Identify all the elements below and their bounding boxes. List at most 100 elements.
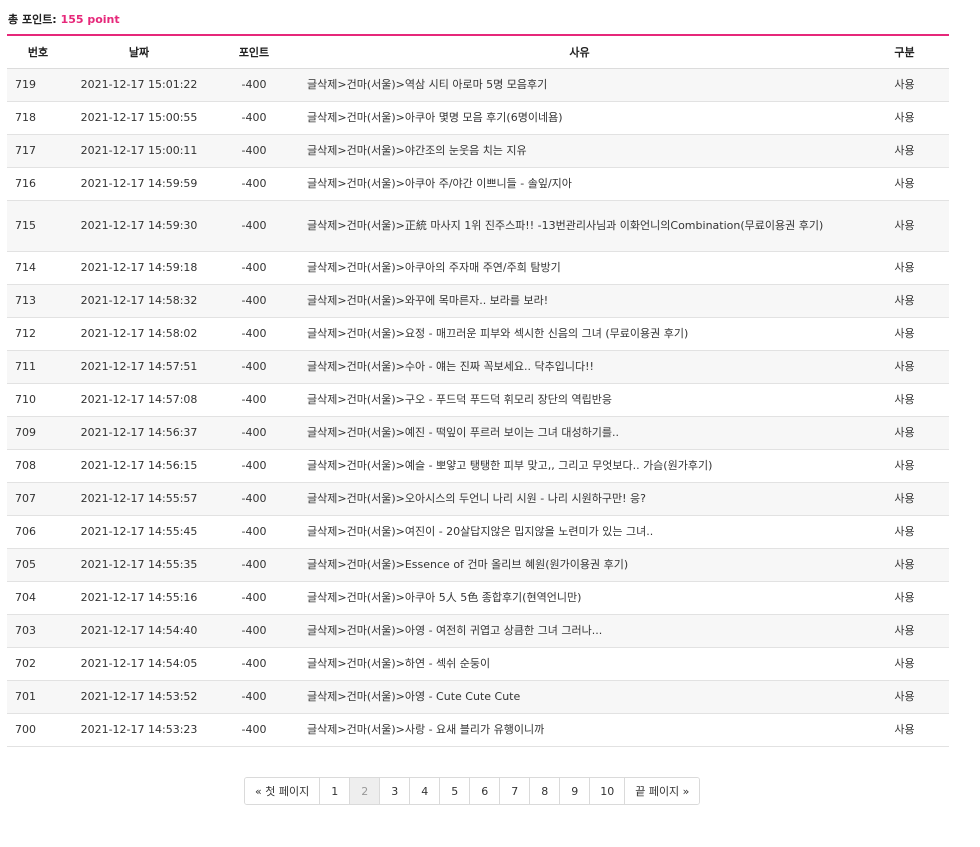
table-header-row: 번호 날짜 포인트 사유 구분: [7, 35, 949, 69]
row-type: 사용: [860, 134, 949, 168]
row-reason: 글삭제>건마(서울)>아쿠아의 주자매 주연/주희 탐방기: [299, 251, 860, 285]
table-row: 718 2021-12-17 15:00:55 -400 글삭제>건마(서울)>아쿠아…: [7, 101, 949, 135]
row-date: 2021-12-17 14:55:35: [69, 548, 209, 582]
row-points: -400: [209, 581, 299, 615]
last-page-link[interactable]: 끝 페이지 »: [624, 778, 700, 804]
table-row: 708 2021-12-17 14:56:15 -400 글삭제>건마(서울)>예슬 …: [7, 449, 949, 483]
row-number: 708: [7, 449, 69, 483]
row-points: -400: [209, 548, 299, 582]
row-number: 701: [7, 680, 69, 714]
row-number: 711: [7, 350, 69, 384]
row-points: -400: [209, 167, 299, 201]
page-link-4[interactable]: 4: [409, 778, 440, 804]
row-points: -400: [209, 647, 299, 681]
page-link-2[interactable]: 2: [349, 778, 380, 804]
table-row: 701 2021-12-17 14:53:52 -400 글삭제>건마(서울)>아영 …: [7, 680, 949, 714]
page-link-5[interactable]: 5: [439, 778, 470, 804]
row-reason: 글삭제>건마(서울)>여진이 - 20살답지않은 밉지않을 노련미가 있는 그녀…: [299, 515, 860, 549]
row-points: -400: [209, 350, 299, 384]
row-date: 2021-12-17 14:56:15: [69, 449, 209, 483]
row-reason: 글삭제>건마(서울)>아쿠아 주/야간 이쁘니들 - 솔잎/지아: [299, 167, 860, 201]
row-reason: 글삭제>건마(서울)>아쿠아 5人 5色 종합후기(현역언니만): [299, 581, 860, 615]
row-points: -400: [209, 383, 299, 417]
row-date: 2021-12-17 14:57:08: [69, 383, 209, 417]
row-type: 사용: [860, 680, 949, 714]
row-reason: 글삭제>건마(서울)>아영 - 여전히 귀엽고 상큼한 그녀 그러나...: [299, 614, 860, 648]
page-link-9[interactable]: 9: [559, 778, 590, 804]
row-type: 사용: [860, 548, 949, 582]
page-link-7[interactable]: 7: [499, 778, 530, 804]
row-type: 사용: [860, 200, 949, 252]
row-points: -400: [209, 317, 299, 351]
row-reason: 글삭제>건마(서울)>요정 - 매끄러운 피부와 섹시한 신음의 그녀 (무료이…: [299, 317, 860, 351]
row-number: 710: [7, 383, 69, 417]
row-type: 사용: [860, 449, 949, 483]
total-points-value: 155 point: [60, 13, 120, 26]
row-points: -400: [209, 680, 299, 714]
row-date: 2021-12-17 14:57:51: [69, 350, 209, 384]
row-type: 사용: [860, 416, 949, 450]
table-row: 702 2021-12-17 14:54:05 -400 글삭제>건마(서울)>하연 …: [7, 647, 949, 681]
row-points: -400: [209, 713, 299, 747]
row-points: -400: [209, 200, 299, 252]
table-row: 705 2021-12-17 14:55:35 -400 글삭제>건마(서울)>Ess…: [7, 548, 949, 582]
row-number: 702: [7, 647, 69, 681]
table-row: 712 2021-12-17 14:58:02 -400 글삭제>건마(서울)>요정 …: [7, 317, 949, 351]
row-type: 사용: [860, 68, 949, 102]
point-history-page: 총 포인트: 155 point 번호 날짜 포인트 사유 구분 719 2021…: [0, 0, 980, 847]
row-points: -400: [209, 68, 299, 102]
row-points: -400: [209, 101, 299, 135]
row-type: 사용: [860, 101, 949, 135]
row-number: 713: [7, 284, 69, 318]
table-row: 717 2021-12-17 15:00:11 -400 글삭제>건마(서울)>야간조…: [7, 134, 949, 168]
row-number: 707: [7, 482, 69, 516]
row-reason: 글삭제>건마(서울)>예진 - 떡잎이 푸르러 보이는 그녀 대성하기를..: [299, 416, 860, 450]
row-number: 704: [7, 581, 69, 615]
row-number: 716: [7, 167, 69, 201]
table-row: 709 2021-12-17 14:56:37 -400 글삭제>건마(서울)>예진 …: [7, 416, 949, 450]
row-type: 사용: [860, 317, 949, 351]
row-reason: 글삭제>건마(서울)>아영 - Cute Cute Cute: [299, 680, 860, 714]
page-link-1[interactable]: 1: [319, 778, 350, 804]
row-number: 700: [7, 713, 69, 747]
row-date: 2021-12-17 14:54:40: [69, 614, 209, 648]
row-number: 715: [7, 200, 69, 252]
table-row: 711 2021-12-17 14:57:51 -400 글삭제>건마(서울)>수아 …: [7, 350, 949, 384]
table-row: 719 2021-12-17 15:01:22 -400 글삭제>건마(서울)>역삼 …: [7, 68, 949, 102]
header-points: 포인트: [209, 35, 299, 69]
table-row: 710 2021-12-17 14:57:08 -400 글삭제>건마(서울)>구오 …: [7, 383, 949, 417]
page-link-6[interactable]: 6: [469, 778, 500, 804]
row-type: 사용: [860, 251, 949, 285]
row-reason: 글삭제>건마(서울)>역삼 시티 아로마 5명 모음후기: [299, 68, 860, 102]
row-number: 719: [7, 68, 69, 102]
row-type: 사용: [860, 383, 949, 417]
row-number: 705: [7, 548, 69, 582]
row-points: -400: [209, 134, 299, 168]
row-number: 712: [7, 317, 69, 351]
first-page-link[interactable]: « 첫 페이지: [245, 778, 320, 804]
row-points: -400: [209, 482, 299, 516]
row-reason: 글삭제>건마(서울)>오아시스의 두언니 나리 시원 - 나리 시원하구만! 응…: [299, 482, 860, 516]
row-type: 사용: [860, 614, 949, 648]
row-date: 2021-12-17 15:00:55: [69, 101, 209, 135]
table-row: 706 2021-12-17 14:55:45 -400 글삭제>건마(서울)>여진이…: [7, 515, 949, 549]
page-link-8[interactable]: 8: [529, 778, 560, 804]
row-reason: 글삭제>건마(서울)>Essence of 건마 올리브 혜원(원가이용권 후기…: [299, 548, 860, 582]
row-date: 2021-12-17 14:53:52: [69, 680, 209, 714]
row-reason: 글삭제>건마(서울)>구오 - 푸드덕 푸드덕 휘모리 장단의 역립반응: [299, 383, 860, 417]
header-reason: 사유: [299, 35, 860, 69]
row-type: 사용: [860, 350, 949, 384]
table-body: 719 2021-12-17 15:01:22 -400 글삭제>건마(서울)>역삼 …: [7, 68, 949, 747]
row-date: 2021-12-17 14:55:57: [69, 482, 209, 516]
page-link-10[interactable]: 10: [589, 778, 625, 804]
row-date: 2021-12-17 15:01:22: [69, 68, 209, 102]
row-points: -400: [209, 449, 299, 483]
row-reason: 글삭제>건마(서울)>아쿠아 몇명 모음 후기(6명이네욤): [299, 101, 860, 135]
page-link-3[interactable]: 3: [379, 778, 410, 804]
row-date: 2021-12-17 14:55:45: [69, 515, 209, 549]
table-row: 707 2021-12-17 14:55:57 -400 글삭제>건마(서울)>오아시…: [7, 482, 949, 516]
header-number: 번호: [7, 35, 69, 69]
row-date: 2021-12-17 14:58:02: [69, 317, 209, 351]
row-date: 2021-12-17 15:00:11: [69, 134, 209, 168]
table-row: 715 2021-12-17 14:59:30 -400 글삭제>건마(서울)>正統 …: [7, 200, 949, 252]
